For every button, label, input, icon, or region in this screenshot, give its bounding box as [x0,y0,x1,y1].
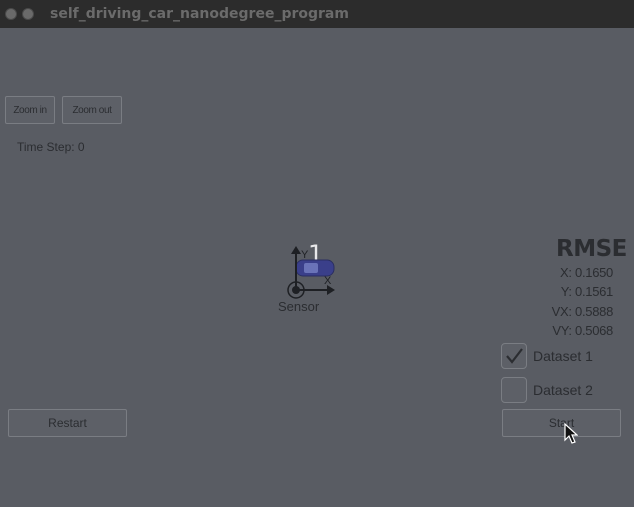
rmse-title: RMSE [556,236,627,262]
mouse-cursor-icon [564,423,578,444]
sensor-label: Sensor [278,299,320,314]
rmse-x-value: X: 0.1650 [560,265,613,280]
zoom-in-button[interactable]: Zoom in [5,96,55,124]
dataset-2-checkbox[interactable] [501,377,527,403]
start-button[interactable]: Start [502,409,621,437]
simulator-window: self_driving_car_nanodegree_program Zoom… [0,0,634,507]
axis-y-label: Y [301,249,309,261]
window-title: self_driving_car_nanodegree_program [50,6,349,22]
axis-x-label: X [324,275,332,287]
restart-button[interactable]: Restart [8,409,127,437]
check-icon [506,348,523,364]
close-icon[interactable] [5,8,17,20]
dataset-1-checkbox[interactable] [501,343,527,369]
zoom-out-button[interactable]: Zoom out [62,96,122,124]
minimize-icon[interactable] [22,8,34,20]
rmse-vy-value: VY: 0.5068 [552,323,613,338]
time-step-label: Time Step: 0 [17,140,85,154]
rmse-vx-value: VX: 0.5888 [551,304,614,319]
dataset-2-label: Dataset 2 [533,382,593,398]
dataset-1-label: Dataset 1 [533,348,593,364]
title-bar: self_driving_car_nanodegree_program [0,0,634,28]
car-icon [295,259,335,277]
rmse-y-value: Y: 0.1561 [560,284,614,299]
